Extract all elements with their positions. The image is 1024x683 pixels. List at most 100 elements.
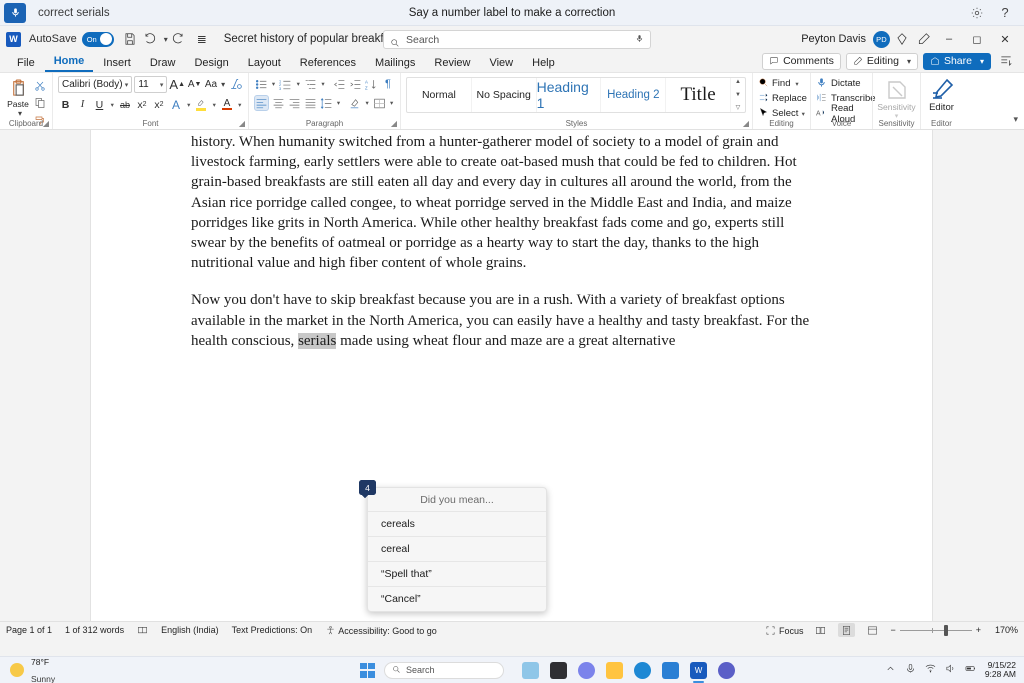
popup-item-spell-that[interactable]: 3 “Spell that” [368,561,546,586]
align-center-icon[interactable] [271,95,285,111]
tab-design[interactable]: Design [185,55,237,72]
text-effects-icon[interactable]: A [168,96,183,113]
scroll-up-icon[interactable]: ▲ [735,79,741,85]
sort-icon[interactable]: AZ [365,76,379,92]
clear-formatting-icon[interactable] [228,76,243,93]
microphone-icon[interactable] [635,31,644,49]
replace-button[interactable]: Replace [758,91,805,106]
ribbon-display-options-icon[interactable] [996,51,1016,71]
chevron-down-icon[interactable]: ▾ [793,80,800,88]
bullets-dropdown-icon[interactable]: ▾ [270,80,277,88]
copy-icon[interactable] [32,96,47,110]
tab-file[interactable]: File [8,55,44,72]
tab-view[interactable]: View [480,55,522,72]
dictate-button[interactable]: Dictate [816,76,867,91]
align-right-icon[interactable] [287,95,301,111]
line-spacing-icon[interactable] [319,95,333,111]
text-highlight-icon[interactable] [194,96,209,113]
restore-button[interactable]: ◻ [964,28,990,50]
clock[interactable]: 9/15/22 9:28 AM [985,661,1016,680]
line-spacing-dropdown-icon[interactable]: ▾ [335,99,342,107]
numbering-dropdown-icon[interactable]: ▾ [295,80,302,88]
focus-mode-button[interactable]: Focus [765,625,803,636]
strikethrough-button[interactable]: ab [118,96,133,113]
borders-icon[interactable] [372,95,386,111]
file-explorer-icon[interactable] [606,662,623,679]
tab-help[interactable]: Help [523,55,564,72]
user-name[interactable]: Peyton Davis [801,33,866,45]
accessibility-status[interactable]: Accessibility: Good to go [325,625,437,636]
print-layout-icon[interactable] [838,623,855,637]
clipboard-dialog-launcher[interactable]: ◢ [43,119,49,128]
chevron-down-icon[interactable]: ▾ [18,109,22,118]
styles-dialog-launcher[interactable]: ◢ [743,119,749,128]
microsoft-store-icon[interactable] [662,662,679,679]
popup-item-cancel[interactable]: 4 “Cancel” [368,586,546,611]
page-info[interactable]: Page 1 of 1 [6,625,52,635]
justify-icon[interactable] [303,95,317,111]
microsoft-word-icon[interactable]: W [690,662,707,679]
word-count[interactable]: 1 of 312 words [65,625,124,635]
superscript-button[interactable]: x2 [151,96,166,113]
editor-pen-icon[interactable] [930,78,954,102]
tab-home[interactable]: Home [45,53,94,72]
autosave-toggle[interactable]: On [82,32,114,47]
font-dialog-launcher[interactable]: ◢ [239,119,245,128]
popup-item-cereals[interactable]: 1 cereals [368,511,546,536]
customize-quick-access-icon[interactable]: ≣ [192,29,212,49]
battery-icon[interactable] [965,661,976,679]
microsoft-edge-icon[interactable] [634,662,651,679]
minimize-button[interactable]: – [936,28,962,50]
zoom-level[interactable]: 170% [990,625,1018,635]
file-explorer-dark-icon[interactable] [550,662,567,679]
tab-draw[interactable]: Draw [141,55,185,72]
find-button[interactable]: Find ▾ [758,76,805,91]
font-size-input[interactable]: 11 ▾ [134,76,167,93]
borders-dropdown-icon[interactable]: ▾ [388,99,395,107]
editing-mode-button[interactable]: Editing ▾ [846,53,918,70]
scissors-icon[interactable] [32,79,47,93]
collapse-ribbon-icon[interactable]: ▾ [1013,114,1018,125]
ink-pen-icon[interactable] [914,29,934,49]
share-button[interactable]: Share ▾ [923,53,991,70]
numbering-icon[interactable]: 123 [279,76,293,92]
shrink-font-button[interactable]: A▼ [187,76,202,93]
increase-indent-icon[interactable] [349,76,363,92]
search-input[interactable]: Search [383,30,651,49]
tab-references[interactable]: References [291,55,365,72]
wifi-icon[interactable] [925,661,936,679]
lighthouse-wallpaper-icon[interactable] [522,662,539,679]
underline-button[interactable]: U [92,96,107,113]
weather-widget[interactable]: 78°F Sunny [10,653,55,683]
style-no-spacing[interactable]: No Spacing [472,78,537,112]
close-button[interactable]: ✕ [992,28,1018,50]
style-normal[interactable]: Normal [407,78,472,112]
multilevel-dropdown-icon[interactable]: ▾ [320,80,327,88]
tab-mailings[interactable]: Mailings [366,55,424,72]
paragraph-2[interactable]: Now you don't have to skip breakfast bec… [191,290,818,351]
paragraph-1[interactable]: history. When humanity switched from a h… [191,132,818,273]
chevron-down-icon[interactable]: ▾ [125,81,129,89]
chevron-up-icon[interactable] [885,661,896,679]
multilevel-list-icon[interactable] [304,76,318,92]
teams-icon[interactable] [718,662,735,679]
teams-chat-icon[interactable] [578,662,595,679]
chevron-down-icon[interactable]: ▾ [160,81,164,89]
style-heading-2[interactable]: Heading 2 [601,78,666,112]
bold-button[interactable]: B [58,96,73,113]
undo-icon[interactable] [140,29,160,49]
align-left-icon[interactable] [254,95,269,111]
document-text[interactable]: history. When humanity switched from a h… [191,132,818,368]
shading-dropdown-icon[interactable]: ▾ [364,99,371,107]
change-case-button[interactable]: Aa▾ [204,76,226,93]
text-effects-dropdown-icon[interactable]: ▾ [185,101,192,109]
zoom-in-button[interactable]: + [976,625,981,635]
font-name-input[interactable]: Calibri (Body) ▾ [58,76,132,93]
style-heading-1[interactable]: Heading 1 [537,78,602,112]
grow-font-button[interactable]: A▲ [169,76,185,93]
styles-more-icon[interactable]: ▽ [736,104,741,111]
scroll-down-icon[interactable]: ▼ [735,92,741,98]
zoom-thumb[interactable] [944,625,948,636]
style-title[interactable]: Title [666,78,731,112]
document-title[interactable]: Secret history of popular breakfast [224,33,399,45]
